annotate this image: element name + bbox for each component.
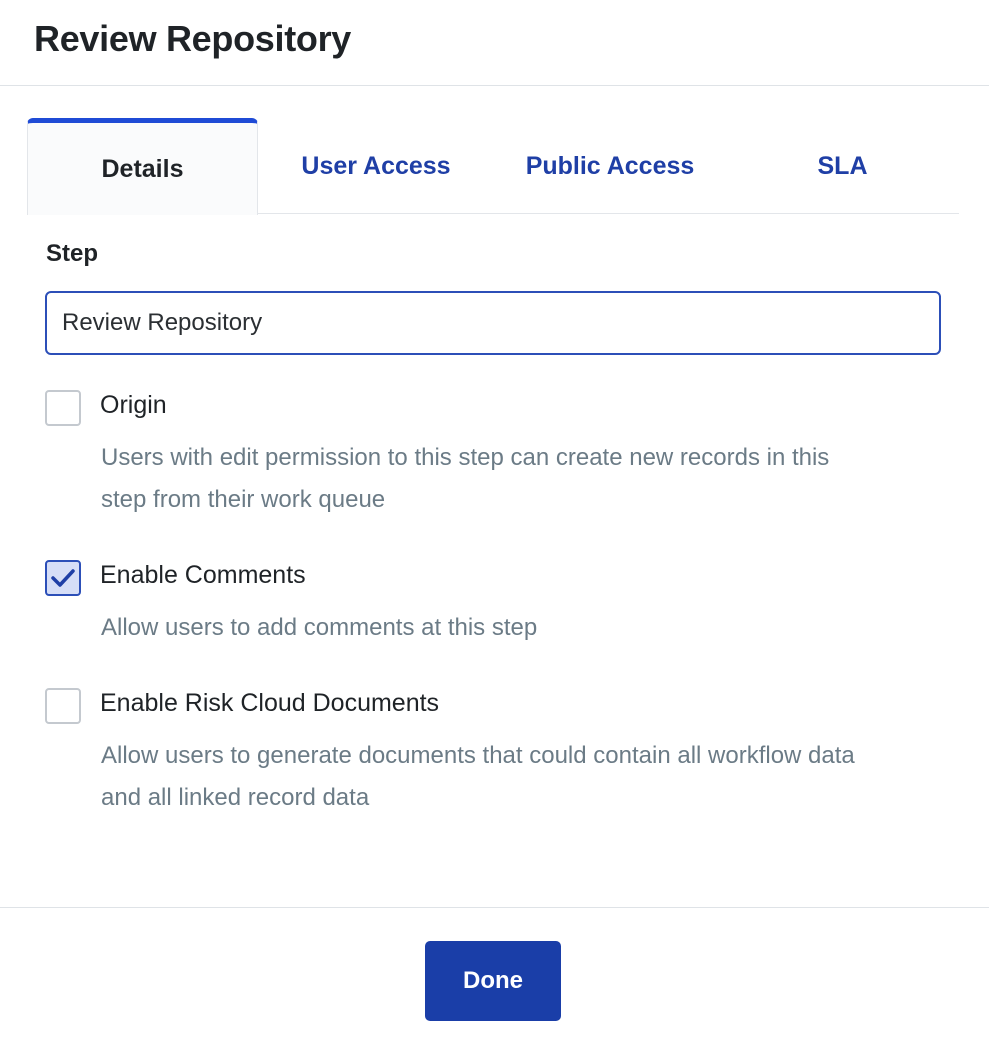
step-label: Step <box>46 240 99 267</box>
checkmark-icon <box>51 569 75 587</box>
documents-description-line-1: Allow users to generate documents that c… <box>101 742 855 769</box>
comments-checkbox[interactable] <box>45 560 81 596</box>
origin-description: Users with edit permission to this step … <box>101 437 941 521</box>
tab-bar: Details User Access Public Access SLA <box>27 118 959 215</box>
comments-label: Enable Comments <box>100 561 306 589</box>
origin-description-line-1: Users with edit permission to this step … <box>101 444 830 471</box>
comments-description: Allow users to add comments at this step <box>101 607 941 649</box>
documents-checkbox[interactable] <box>45 688 81 724</box>
comments-description-line-1: Allow users to add comments at this step <box>101 614 538 641</box>
origin-checkbox[interactable] <box>45 390 81 426</box>
footer-divider <box>0 907 989 908</box>
dialog-header: Review Repository <box>0 0 989 86</box>
tab-details[interactable]: Details <box>27 118 258 215</box>
tab-public-access[interactable]: Public Access <box>494 118 726 214</box>
tab-user-access[interactable]: User Access <box>258 118 494 214</box>
origin-label: Origin <box>100 391 167 419</box>
done-button[interactable]: Done <box>425 941 561 1021</box>
dialog-title: Review Repository <box>34 18 352 59</box>
tab-sla[interactable]: SLA <box>726 118 959 214</box>
documents-description-line-2: and all linked record data <box>101 784 370 811</box>
origin-description-line-2: step from their work queue <box>101 486 386 513</box>
documents-label: Enable Risk Cloud Documents <box>100 689 440 717</box>
documents-description: Allow users to generate documents that c… <box>101 735 941 819</box>
step-name-input[interactable] <box>45 291 941 355</box>
